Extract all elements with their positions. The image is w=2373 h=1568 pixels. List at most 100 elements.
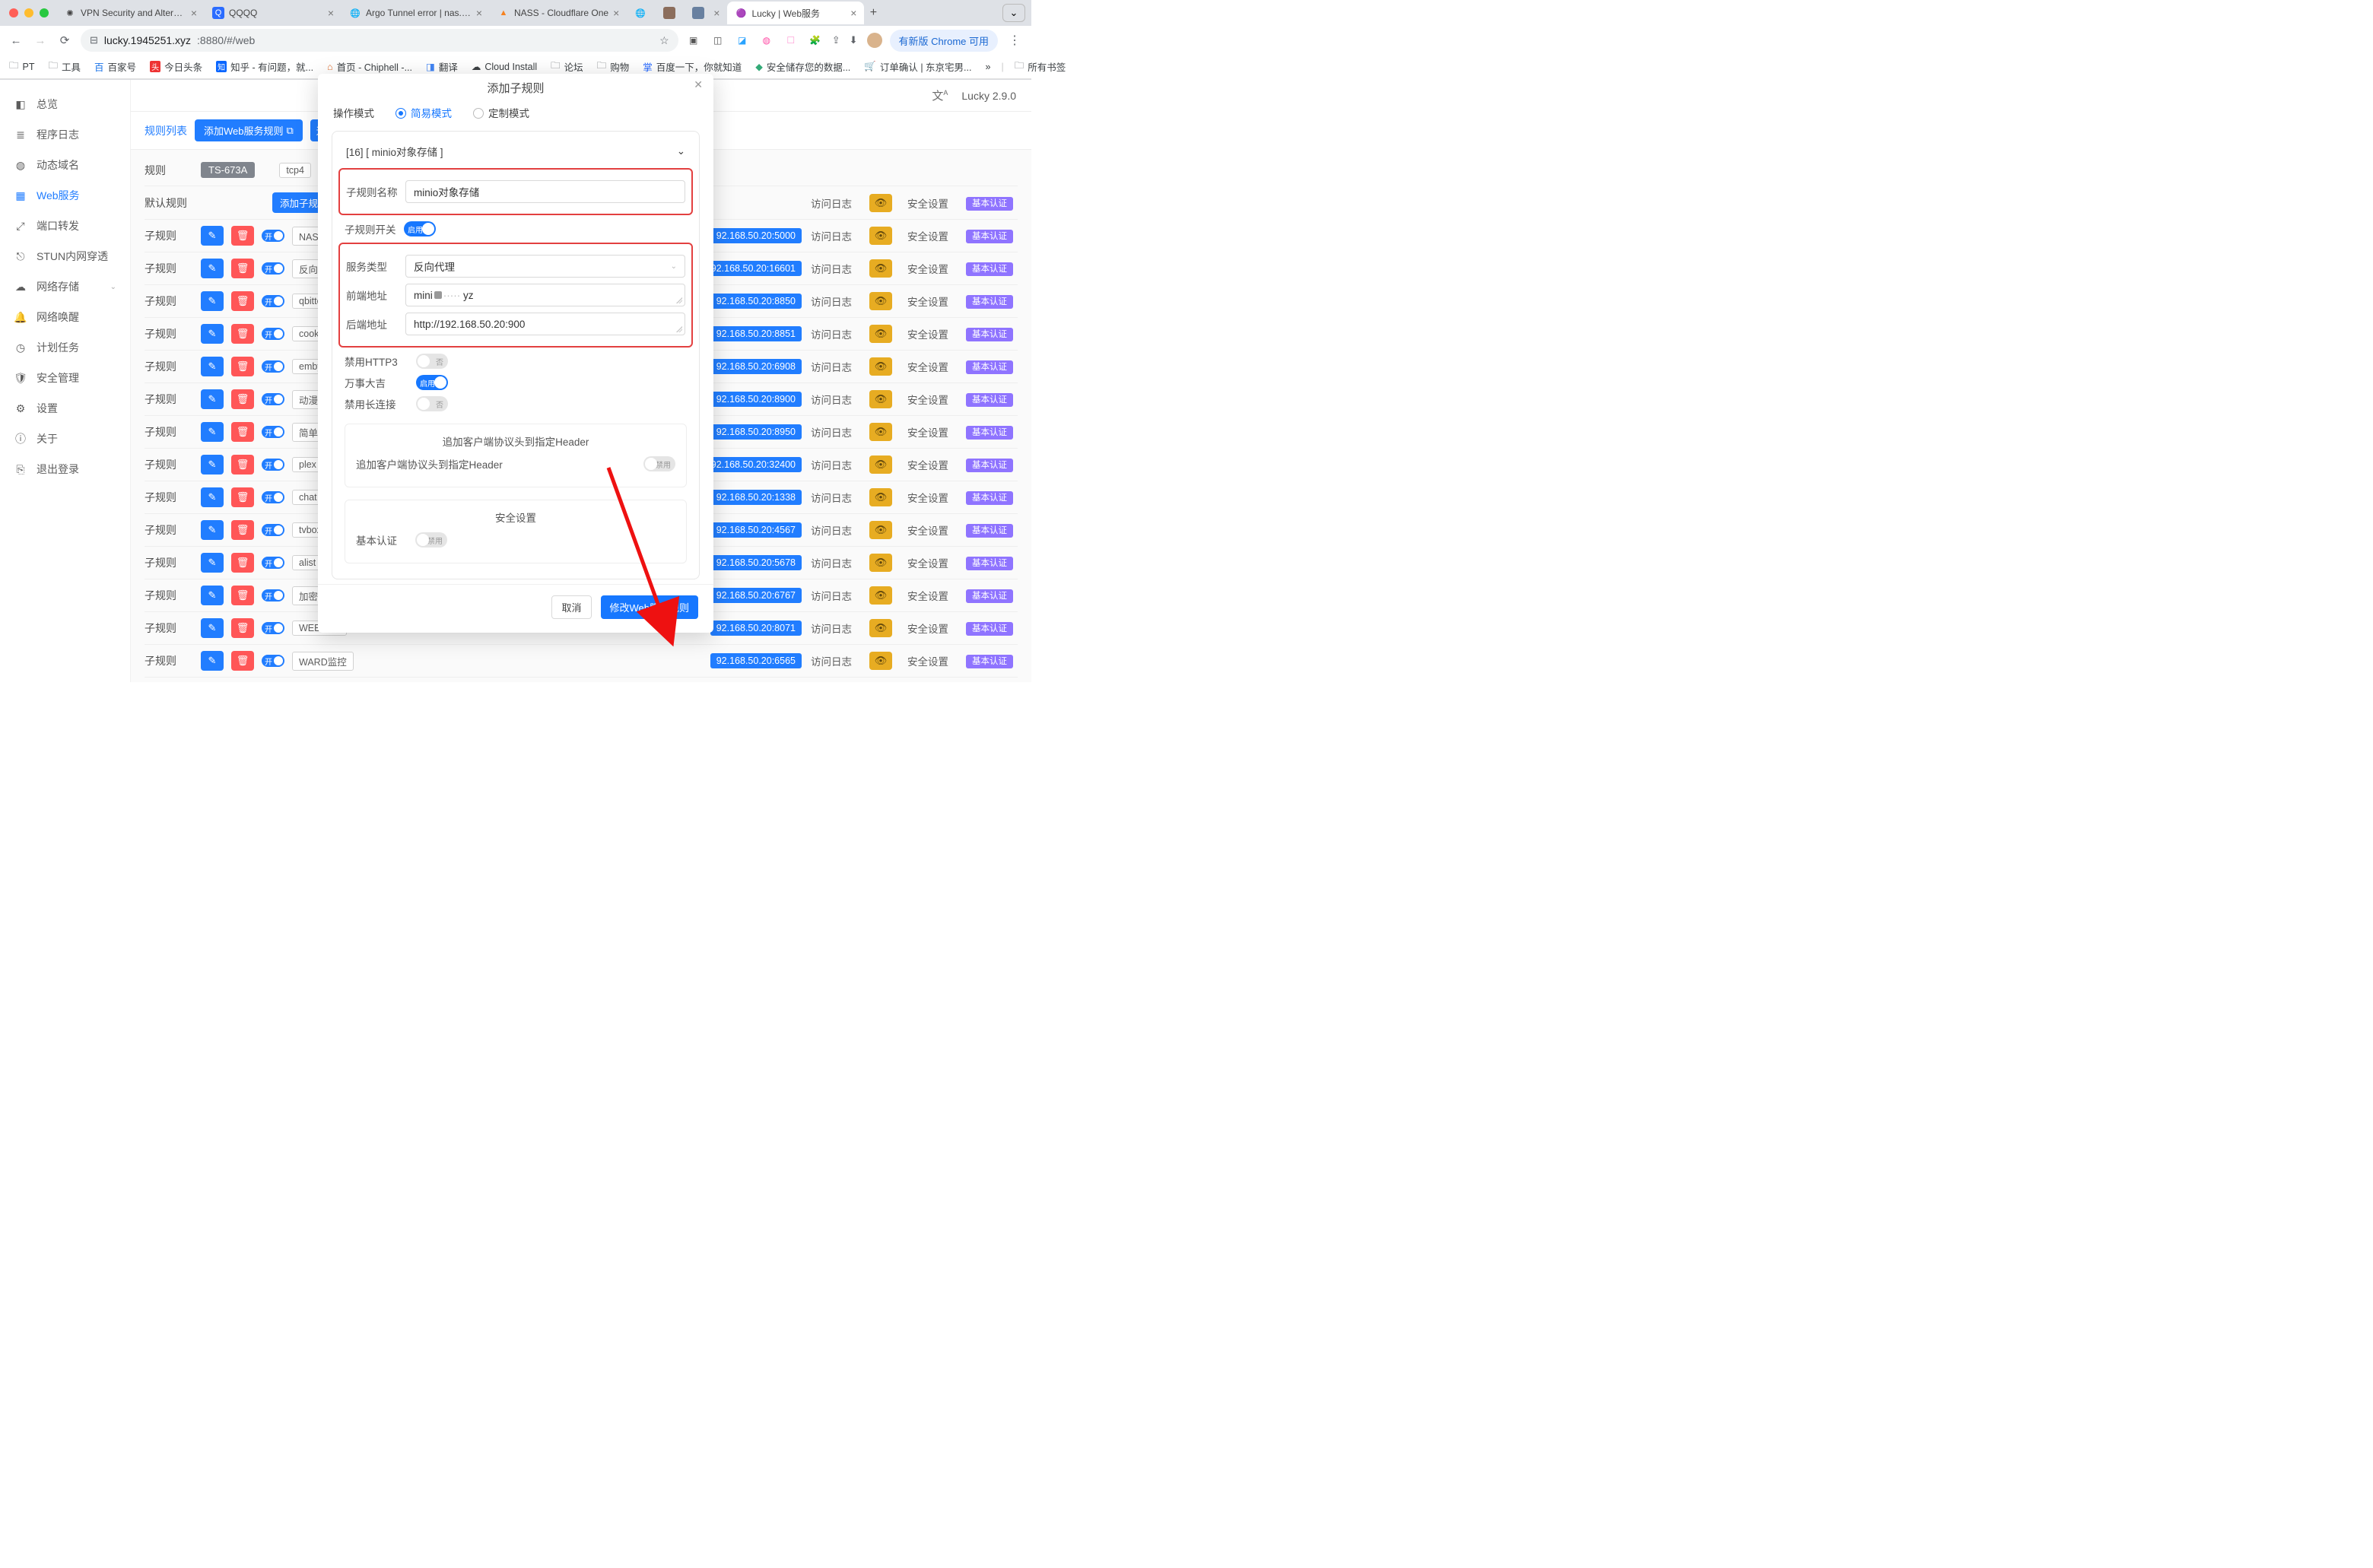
tab-icons-group[interactable]: 🌐 × xyxy=(627,2,727,24)
qqqq-icon: Q xyxy=(212,7,224,19)
tab-strip: ✺ VPN Security and Alternativ × Q QQQQ ×… xyxy=(0,0,1031,26)
bookmark-folder-pt[interactable]: PT xyxy=(9,59,35,75)
share-icon[interactable]: ⇪ xyxy=(832,34,840,46)
address-bar[interactable]: ⊟ lucky.1945251.xyz :8880/#/web ☆ xyxy=(81,29,678,52)
bookmark-baijia[interactable]: 百百家号 xyxy=(94,59,136,74)
close-icon[interactable]: × xyxy=(328,7,334,19)
tab-title: NASS - Cloudflare One xyxy=(514,8,608,18)
disable-longconn-toggle[interactable]: 否 xyxy=(416,396,448,411)
bookmark-chiphell[interactable]: ⌂首页 - Chiphell -... xyxy=(327,59,412,74)
window-controls[interactable] xyxy=(6,8,56,17)
reload-button[interactable]: ⟳ xyxy=(56,33,73,47)
header-append-toggle[interactable]: 禁用 xyxy=(643,456,675,471)
header-card: 追加客户端协议头到指定Header 追加客户端协议头到指定Header 禁用 xyxy=(345,424,687,487)
frontend-address-label: 前端地址 xyxy=(346,287,398,303)
all-bookmarks-folder[interactable]: 所有书签 xyxy=(1015,59,1066,75)
nav-forward-button[interactable]: → xyxy=(32,34,49,47)
downloads-icon[interactable]: ⬇ xyxy=(850,34,858,46)
radio-selected-icon xyxy=(396,108,406,119)
window-min-dot[interactable] xyxy=(24,8,33,17)
bookmark-toutiao[interactable]: 头今日头条 xyxy=(150,59,202,74)
security-card-title: 安全设置 xyxy=(356,509,675,525)
sub-rule-switch-toggle[interactable]: 启用 xyxy=(404,221,436,236)
new-tab-button[interactable]: + xyxy=(864,6,882,20)
lucky-icon: 🟣 xyxy=(735,7,747,19)
bookmark-order[interactable]: 🛒订单确认 | 东京宅男... xyxy=(864,59,971,74)
chevron-down-icon: ⌄ xyxy=(677,145,685,157)
bookmark-baidu[interactable]: 掌百度一下，你就知道 xyxy=(643,59,742,74)
bookmark-folder-tools[interactable]: 工具 xyxy=(49,59,81,75)
square-icon xyxy=(692,7,704,19)
tab-cloudflare[interactable]: ▲ NASS - Cloudflare One × xyxy=(490,2,627,24)
basic-auth-toggle[interactable]: 禁用 xyxy=(415,532,447,548)
sub-rule-expander[interactable]: [16] [ minio对象存储 ] ⌄ xyxy=(345,142,687,168)
extension-icon[interactable]: ☐ xyxy=(783,33,799,48)
chevron-down-icon: ⌄ xyxy=(671,262,677,271)
mode-label: 操作模式 xyxy=(333,105,374,120)
submit-modify-button[interactable]: 修改Web服务规则 xyxy=(601,595,699,619)
tab-argo[interactable]: 🌐 Argo Tunnel error | nas.ydx × xyxy=(341,2,490,24)
close-icon[interactable]: × xyxy=(850,7,856,19)
site-info-icon[interactable]: ⊟ xyxy=(90,34,98,46)
close-icon[interactable]: × xyxy=(191,7,197,19)
close-icon[interactable]: × xyxy=(713,7,720,19)
radio-icon xyxy=(473,108,484,119)
sub-rule-name-label: 子规则名称 xyxy=(346,184,398,199)
extension-icon[interactable]: ◫ xyxy=(710,33,726,48)
tab-lucky[interactable]: 🟣 Lucky | Web服务 × xyxy=(727,2,864,24)
bookmark-secure-store[interactable]: ◆安全储存您的数据... xyxy=(755,59,850,74)
service-type-select[interactable]: 反向代理 ⌄ xyxy=(405,255,685,278)
close-icon[interactable]: ✕ xyxy=(694,78,703,91)
url-host: lucky.1945251.xyz xyxy=(104,34,191,46)
cloudflare-icon: ▲ xyxy=(497,7,510,19)
window-close-dot[interactable] xyxy=(9,8,18,17)
highlight-service-box: 服务类型 反向代理 ⌄ 前端地址 mini····· yz 后端地址 xyxy=(338,243,693,348)
bookmark-folder-forum[interactable]: 论坛 xyxy=(551,59,583,75)
tab-qqqq[interactable]: Q QQQQ × xyxy=(205,2,341,24)
extension-icon[interactable]: ▣ xyxy=(686,33,701,48)
chatgpt-icon: ✺ xyxy=(64,7,76,19)
header-card-title: 追加客户端协议头到指定Header xyxy=(356,433,675,449)
disable-longconn-label: 禁用长连接 xyxy=(345,396,408,411)
extensions-row: ▣ ◫ ◪ ◍ ☐ 🧩 ⇪ ⬇ xyxy=(686,33,882,48)
bookmark-folder-shopping[interactable]: 购物 xyxy=(597,59,630,75)
bookmark-translate[interactable]: ◨翻译 xyxy=(426,59,458,74)
luck-toggle[interactable]: 启用 xyxy=(416,375,448,390)
tab-overflow-button[interactable]: ⌄ xyxy=(1002,4,1025,22)
bookmark-zhihu[interactable]: 知知乎 - 有问题，就... xyxy=(216,59,313,74)
chrome-menu-button[interactable]: ⋮ xyxy=(1005,33,1024,48)
close-icon[interactable]: × xyxy=(613,7,619,19)
disable-http3-label: 禁用HTTP3 xyxy=(345,354,408,369)
disable-http3-toggle[interactable]: 否 xyxy=(416,354,448,369)
tab-vpn[interactable]: ✺ VPN Security and Alternativ × xyxy=(56,2,205,24)
tab-title: Argo Tunnel error | nas.ydx xyxy=(366,8,472,18)
square-icon xyxy=(663,7,675,19)
window-max-dot[interactable] xyxy=(40,8,49,17)
close-icon[interactable]: × xyxy=(476,7,482,19)
backend-address-input[interactable]: http://192.168.50.20:900 xyxy=(405,313,685,335)
dialog-title: 添加子规则 xyxy=(487,82,544,95)
cancel-button[interactable]: 取消 xyxy=(551,595,591,619)
security-card: 安全设置 基本认证 禁用 xyxy=(345,500,687,563)
extension-icon[interactable]: ◍ xyxy=(759,33,774,48)
bookmarks-overflow-icon[interactable]: » xyxy=(985,62,990,72)
star-icon[interactable]: ☆ xyxy=(659,34,669,47)
profile-avatar[interactable] xyxy=(867,33,882,48)
highlight-name-box: 子规则名称 minio对象存储 xyxy=(338,168,693,215)
nav-back-button[interactable]: ← xyxy=(8,34,24,47)
tab-title: Lucky | Web服务 xyxy=(751,7,846,20)
globe-icon: 🌐 xyxy=(349,7,361,19)
sub-rule-name-input[interactable]: minio对象存储 xyxy=(405,180,685,203)
mode-simple-radio[interactable]: 简易模式 xyxy=(396,105,452,120)
sub-rule-switch-label: 子规则开关 xyxy=(345,221,396,236)
service-type-label: 服务类型 xyxy=(346,259,398,274)
chrome-update-button[interactable]: 有新版 Chrome 可用 xyxy=(890,30,998,52)
mode-custom-radio[interactable]: 定制模式 xyxy=(473,105,529,120)
url-path: :8880/#/web xyxy=(197,34,255,46)
bookmark-cloudinstall[interactable]: ☁Cloud Install xyxy=(472,61,537,72)
extensions-menu-icon[interactable]: 🧩 xyxy=(808,33,823,48)
frontend-address-input[interactable]: mini····· yz xyxy=(405,284,685,306)
extension-icon[interactable]: ◪ xyxy=(735,33,750,48)
edit-sub-rule-dialog: 添加子规则 ✕ 操作模式 简易模式 定制模式 [16] [ minio对象存储 … xyxy=(318,74,713,633)
chevron-down-icon: ⌄ xyxy=(1010,7,1018,19)
